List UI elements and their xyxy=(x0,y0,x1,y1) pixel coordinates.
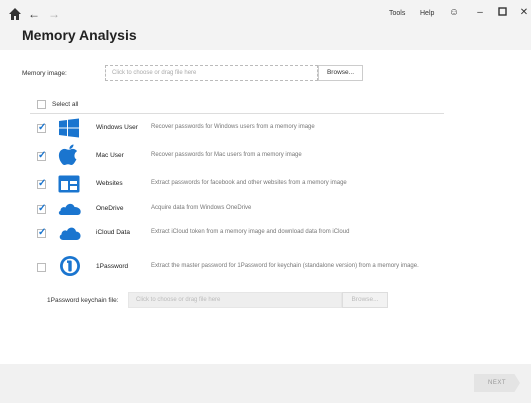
apple-icon xyxy=(58,144,80,166)
memory-image-browse-button[interactable]: Browse... xyxy=(318,65,363,81)
list-item-mac-user[interactable]: Mac User Recover passwords for Mac users… xyxy=(0,144,531,166)
keychain-file-label: 1Password keychain file: xyxy=(47,297,119,304)
row-checkbox[interactable] xyxy=(37,263,46,272)
minimize-icon[interactable]: – xyxy=(474,7,486,19)
list-item-websites[interactable]: Websites Extract passwords for facebook … xyxy=(0,174,531,194)
row-checkbox[interactable] xyxy=(37,203,46,214)
list-item-windows-user[interactable]: Windows User Recover passwords for Windo… xyxy=(0,118,531,138)
header-bar: ← → Tools Help ☺ – ✕ Memory Analysis xyxy=(0,0,531,50)
page-title: Memory Analysis xyxy=(22,27,137,43)
row-name: OneDrive xyxy=(96,205,124,212)
windows-icon xyxy=(58,118,80,138)
back-arrow-icon[interactable]: ← xyxy=(27,7,41,21)
row-description: Extract the master password for 1Passwor… xyxy=(151,263,419,269)
close-icon[interactable]: ✕ xyxy=(518,7,530,19)
row-description: Extract iCloud token from a memory image… xyxy=(151,229,350,235)
row-description: Acquire data from Windows OneDrive xyxy=(151,205,252,211)
memory-image-dropzone[interactable]: Click to choose or drag file here xyxy=(105,65,318,81)
row-name: iCloud Data xyxy=(96,229,130,236)
row-description: Recover passwords for Windows users from… xyxy=(151,124,315,130)
row-checkbox[interactable] xyxy=(37,178,46,189)
keychain-browse-button[interactable]: Browse... xyxy=(342,292,388,308)
browser-window-icon xyxy=(58,174,80,194)
list-item-onedrive[interactable]: OneDrive Acquire data from Windows OneDr… xyxy=(0,199,531,219)
select-all-label: Select all xyxy=(52,101,79,108)
row-description: Recover passwords for Mac users from a m… xyxy=(151,152,302,158)
select-all-checkbox[interactable] xyxy=(37,100,46,109)
list-item-icloud-data[interactable]: iCloud Data Extract iCloud token from a … xyxy=(0,223,531,243)
maximize-icon[interactable] xyxy=(496,7,508,20)
row-name: Websites xyxy=(96,180,123,187)
footer-bar: NEXT xyxy=(0,364,531,403)
forward-arrow-icon[interactable]: → xyxy=(47,7,61,21)
row-name: Windows User xyxy=(96,124,138,131)
row-name: Mac User xyxy=(96,152,124,159)
keychain-file-dropzone[interactable]: Click to choose or drag file here xyxy=(128,292,342,308)
row-checkbox[interactable] xyxy=(37,150,46,161)
memory-image-label: Memory image: xyxy=(22,70,67,77)
row-description: Extract passwords for facebook and other… xyxy=(151,180,347,186)
list-item-1password[interactable]: 1Password Extract the master password fo… xyxy=(0,256,531,277)
1password-icon xyxy=(58,256,80,277)
row-name: 1Password xyxy=(96,263,129,270)
next-button[interactable]: NEXT xyxy=(474,374,520,392)
icloud-icon xyxy=(58,223,81,243)
tools-menu[interactable]: Tools xyxy=(389,10,405,17)
row-checkbox[interactable] xyxy=(37,122,46,133)
row-checkbox[interactable] xyxy=(37,227,46,238)
divider xyxy=(30,113,444,114)
home-icon[interactable] xyxy=(8,7,22,21)
feedback-smile-icon[interactable]: ☺ xyxy=(448,7,460,19)
help-menu[interactable]: Help xyxy=(420,10,434,17)
onedrive-cloud-icon xyxy=(58,199,81,219)
